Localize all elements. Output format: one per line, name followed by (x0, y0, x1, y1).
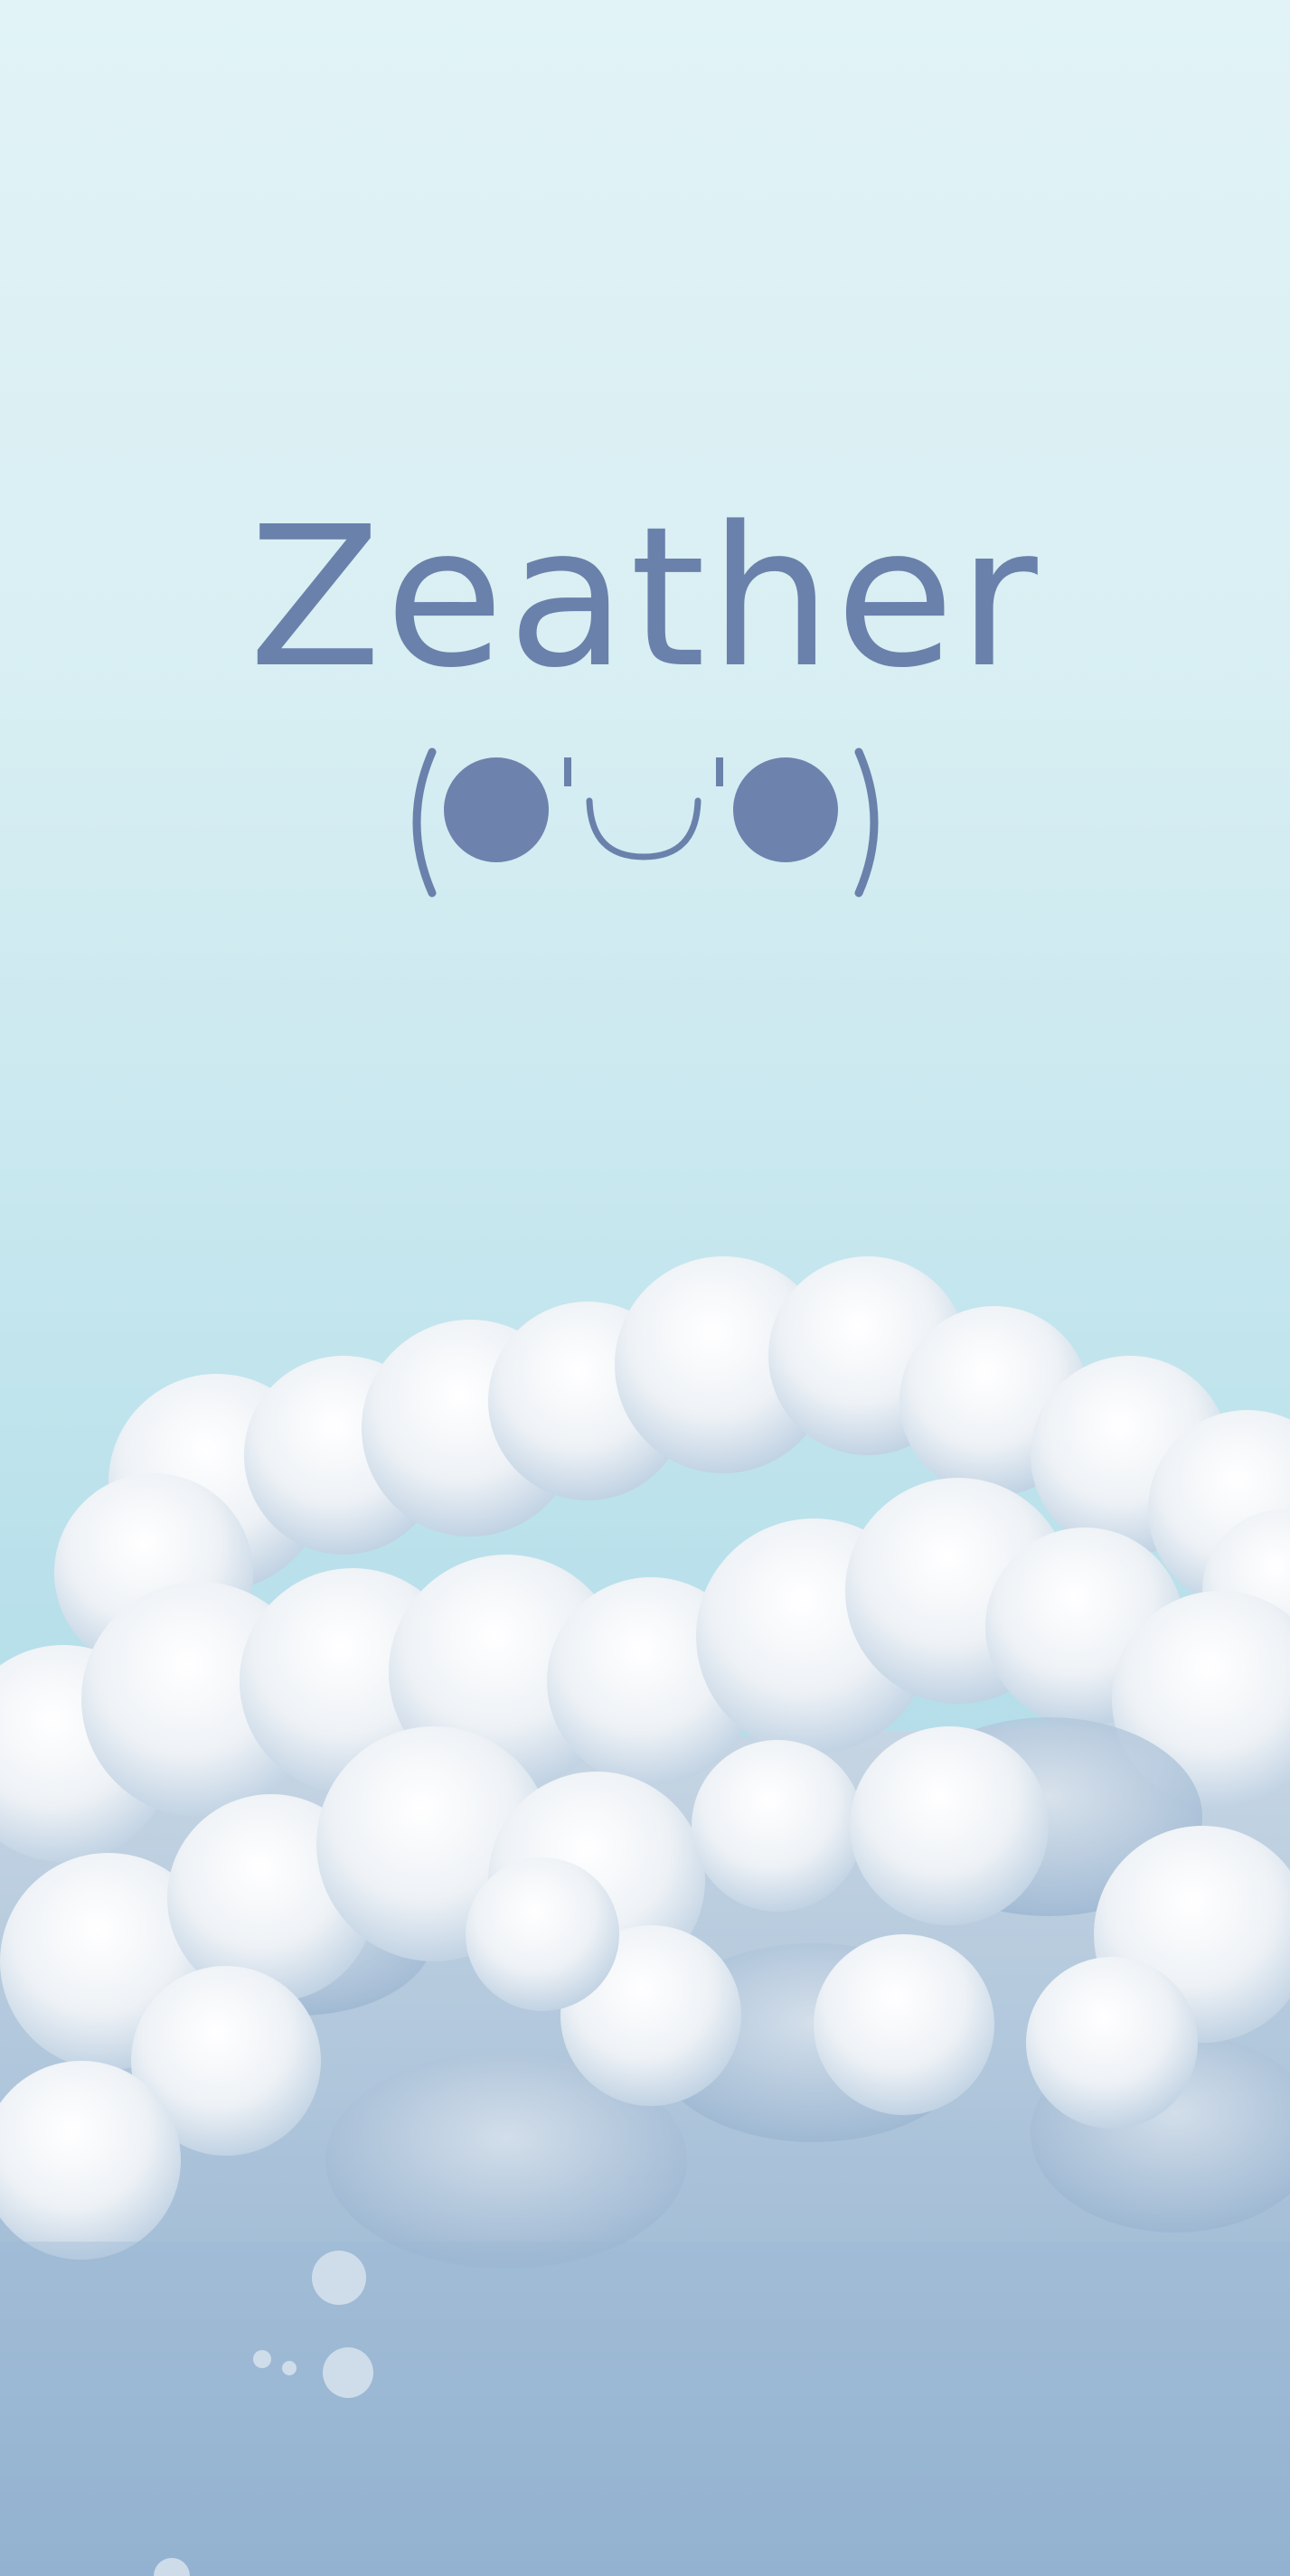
kaomoji-face-icon (412, 747, 878, 898)
mascot-face-icon (0, 741, 1290, 904)
app-title: Zeather (249, 485, 1041, 710)
splash-screen: Zeather (0, 0, 1290, 2576)
cloud-illustration (0, 1256, 1290, 2576)
